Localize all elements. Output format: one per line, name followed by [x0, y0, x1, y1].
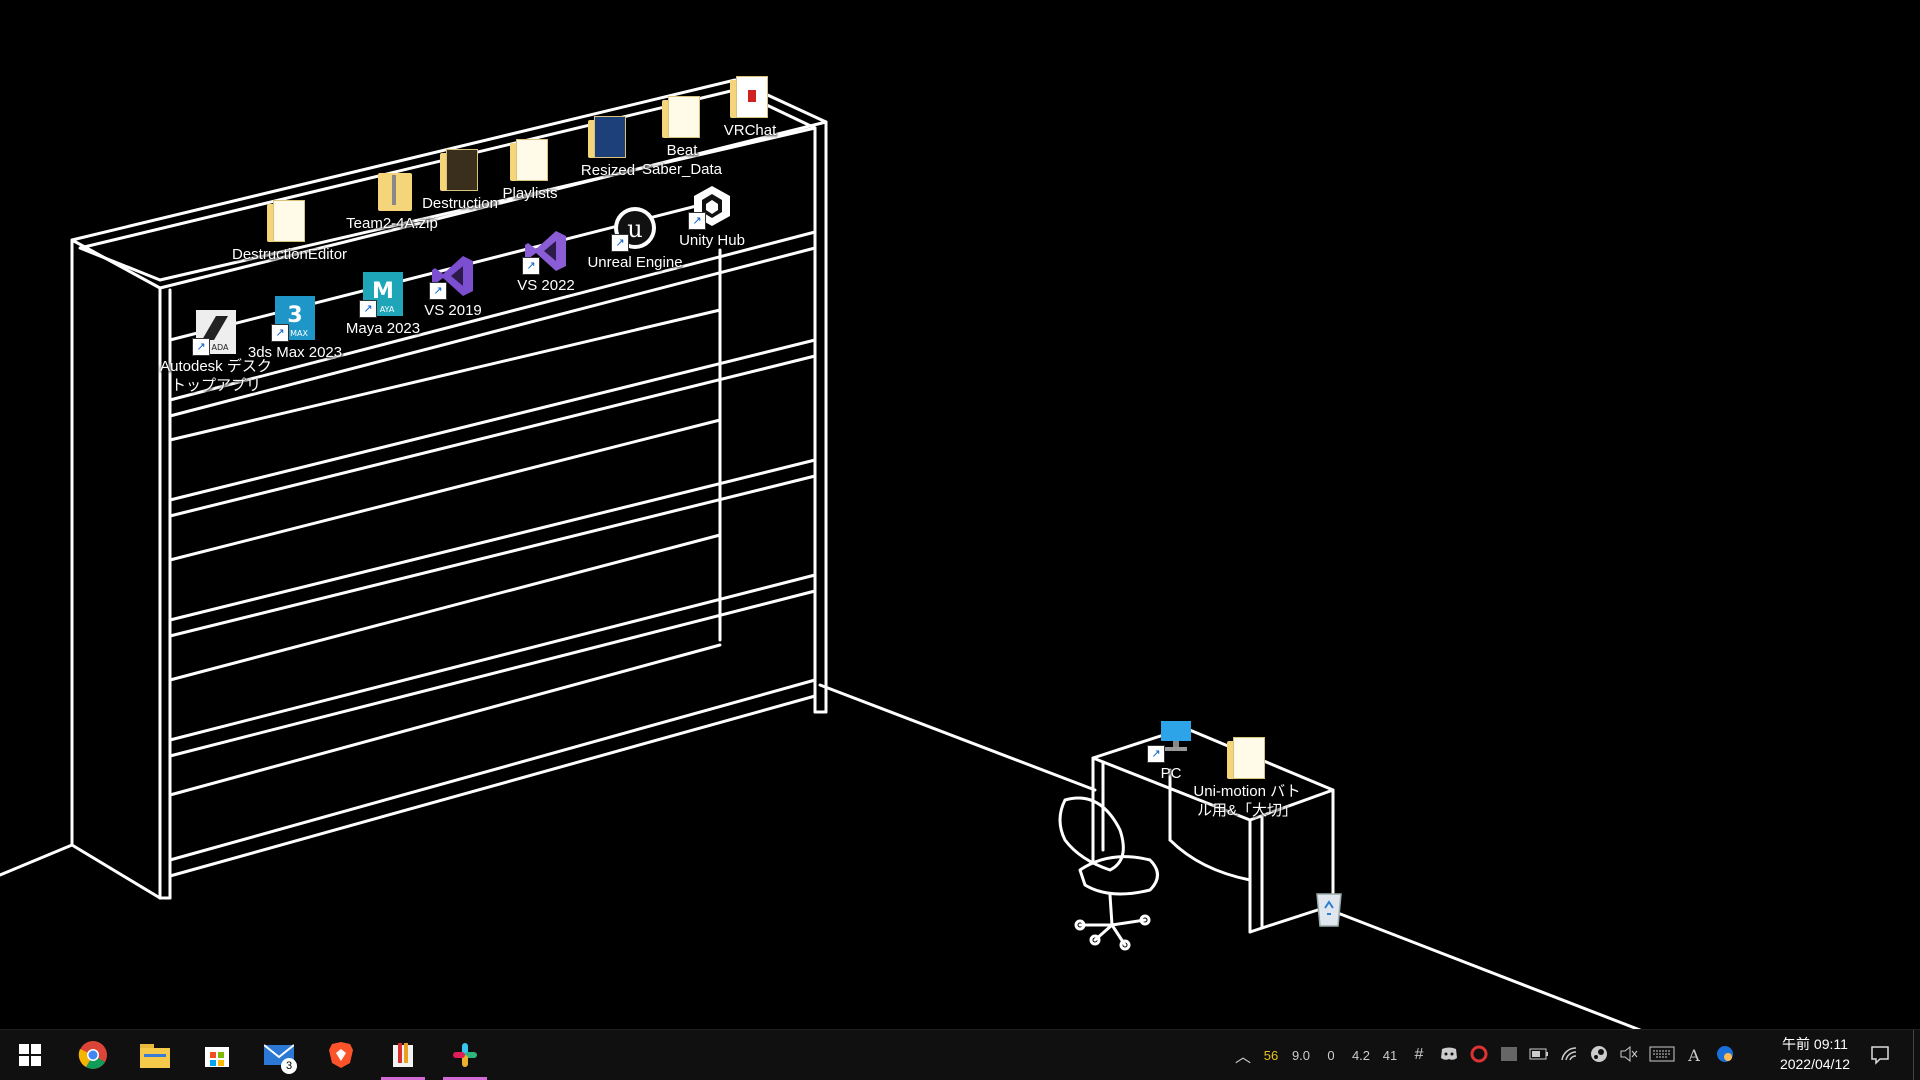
- svg-text:u: u: [627, 215, 642, 243]
- system-tray: ︿ 56 9.0 0 4.2 41 # A: [1230, 1030, 1742, 1080]
- visual-studio-icon: ↗: [522, 227, 570, 275]
- file-explorer-icon: [140, 1044, 170, 1068]
- taskbar-clip-studio[interactable]: [375, 1030, 431, 1080]
- folder-icon: [584, 112, 632, 160]
- tray-stat-3: 4.2: [1351, 1047, 1371, 1063]
- taskbar-mail[interactable]: 3: [251, 1030, 307, 1080]
- onedrive-icon[interactable]: [1708, 1044, 1742, 1067]
- recycle-bin-icon: [1305, 884, 1353, 932]
- network-icon[interactable]: [1554, 1046, 1584, 1065]
- desktop-icon-uni-motion-folder[interactable]: Uni-motion バトル用&「大切」: [1188, 733, 1306, 820]
- taskbar-file-explorer[interactable]: [127, 1030, 183, 1080]
- taskbar: 3 ︿ 56 9.0 0 4.2 41 # A 午前 09:11 2022/04…: [0, 1029, 1920, 1080]
- tray-stat-2: 0: [1327, 1047, 1335, 1063]
- desktop-icon-recycle-bin[interactable]: [1274, 884, 1384, 932]
- tray-stat-4: 41: [1382, 1047, 1398, 1063]
- svg-text:MAX: MAX: [290, 329, 308, 338]
- clock-time: 午前 09:11: [1782, 1036, 1848, 1052]
- desktop-wallpaper: [0, 78, 1642, 1032]
- unreal-engine-icon: u ↗: [611, 204, 659, 252]
- ime-indicator[interactable]: A: [1680, 1046, 1708, 1065]
- slack-tray-icon[interactable]: #: [1404, 1046, 1434, 1064]
- start-button[interactable]: [2, 1030, 58, 1080]
- icon-label: Autodesk デスクトップアプリ: [160, 358, 272, 394]
- folder-icon: [263, 196, 311, 244]
- notification-icon: [1871, 1046, 1889, 1065]
- microsoft-store-icon: [205, 1047, 229, 1067]
- mail-badge: 3: [281, 1058, 297, 1074]
- taskbar-slack[interactable]: [437, 1030, 493, 1080]
- clip-studio-icon: [393, 1043, 413, 1067]
- taskbar-clock[interactable]: 午前 09:11 2022/04/12: [1770, 1034, 1860, 1074]
- maya-icon: M AYA ↗: [359, 270, 407, 318]
- autodesk-icon: ADA ↗: [192, 308, 240, 356]
- desktop-icon-autodesk-desktop-app[interactable]: ADA ↗ Autodesk デスクトップアプリ: [160, 308, 272, 395]
- icon-label: Uni-motion バトル用&「大切」: [1193, 783, 1301, 819]
- monitor-tray-icon[interactable]: [1494, 1046, 1524, 1065]
- clock-date: 2022/04/12: [1779, 1056, 1851, 1072]
- folder-icon: [1223, 733, 1271, 781]
- taskbar-brave[interactable]: [313, 1030, 369, 1080]
- volume-muted-icon[interactable]: [1614, 1045, 1644, 1065]
- icon-label: DestructionEditor: [232, 246, 348, 263]
- svg-text:3: 3: [287, 303, 302, 328]
- svg-text:ADA: ADA: [212, 343, 229, 352]
- touch-keyboard-icon[interactable]: [1644, 1046, 1680, 1065]
- brave-icon: [329, 1042, 353, 1068]
- chrome-icon: [78, 1041, 107, 1069]
- chevron-up-icon[interactable]: ︿: [1230, 1043, 1256, 1067]
- icon-label: Team2-4A.zip: [346, 215, 438, 232]
- tray-stat-1: 9.0: [1291, 1047, 1311, 1063]
- battery-icon[interactable]: [1524, 1048, 1554, 1063]
- desktop-icon-team2-4a-zip[interactable]: Team2-4A.zip: [337, 165, 447, 233]
- action-center-button[interactable]: [1852, 1030, 1908, 1080]
- slack-icon: [453, 1043, 477, 1067]
- radeon-icon[interactable]: [1464, 1045, 1494, 1066]
- discord-icon[interactable]: [1434, 1047, 1464, 1064]
- show-desktop-button[interactable]: [1913, 1030, 1920, 1080]
- desktop-icon-destruction-editor[interactable]: DestructionEditor: [232, 196, 348, 264]
- unity-hub-icon: ↗: [688, 182, 736, 230]
- windows-start-icon: [19, 1044, 41, 1066]
- taskbar-microsoft-store[interactable]: [189, 1030, 245, 1080]
- steam-icon[interactable]: [1584, 1045, 1614, 1066]
- zip-folder-icon: [368, 165, 416, 213]
- taskbar-chrome[interactable]: [65, 1030, 121, 1080]
- 3ds-max-icon: 3 MAX ↗: [271, 294, 319, 342]
- tray-stat-0: 56: [1263, 1047, 1279, 1063]
- svg-text:AYA: AYA: [380, 305, 395, 314]
- folder-icon: [658, 92, 706, 140]
